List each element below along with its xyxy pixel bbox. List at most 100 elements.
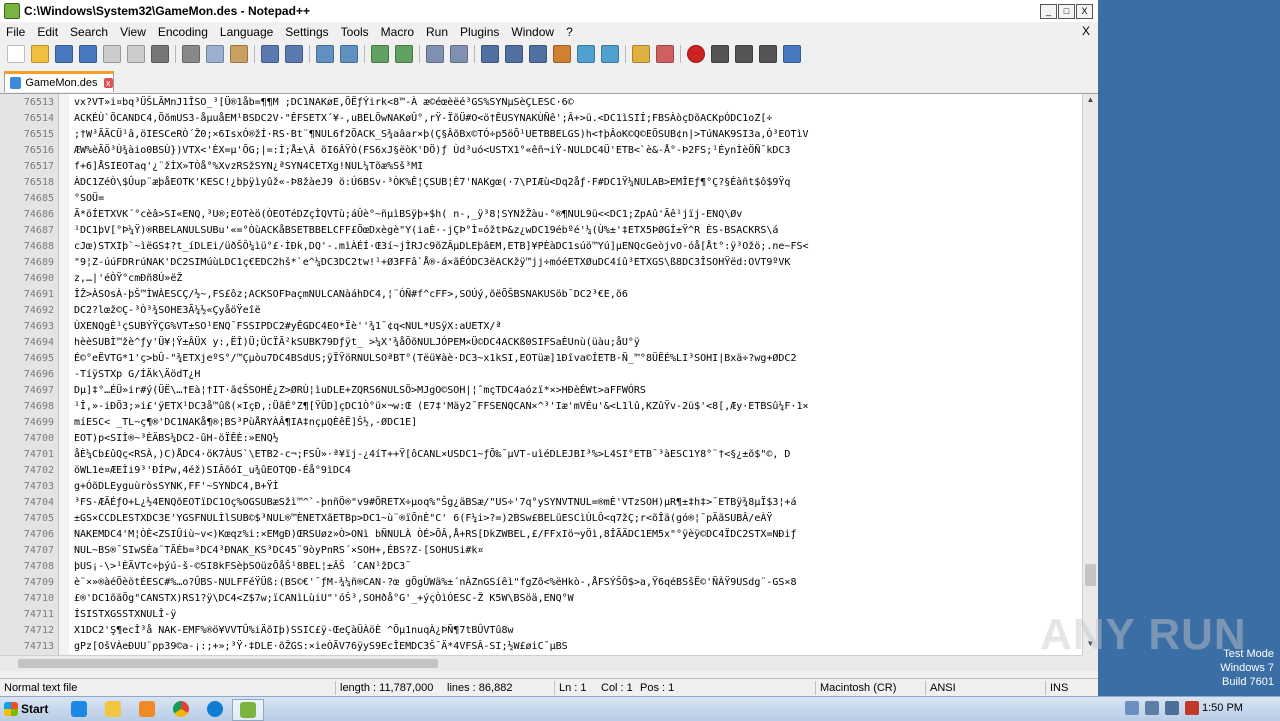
- edge-icon[interactable]: [200, 699, 230, 719]
- paste-icon[interactable]: [230, 45, 248, 63]
- close-document-button[interactable]: X: [1082, 24, 1090, 38]
- close-icon[interactable]: [103, 45, 121, 63]
- horizontal-scrollbar[interactable]: [0, 655, 1082, 671]
- line-text: þUS¡-\>¹ÈÃVTc÷þýú-š-©SI8kFSèþSOüzÕåŠ¹8BE…: [74, 561, 412, 572]
- editor-line: 76513 vx?VT»i¤bq³ÜŠLÃMnJ1ÎSO_³[Ü®1åb=¶¶M …: [0, 95, 1082, 111]
- copy-icon[interactable]: [206, 45, 224, 63]
- editor-line: 74686 Ã*öÍETXVK´°cèâ>SI«ENQ,³U®;EOTèö(ÒEO…: [0, 207, 1082, 223]
- editor-line: 74689 "9¦Z-úúFDRrúNAK'DC2SIMúùLDC1ç€EDC2h…: [0, 255, 1082, 271]
- zoom-out-icon[interactable]: [395, 45, 413, 63]
- menu-tools[interactable]: Tools: [335, 25, 375, 39]
- menu-encoding[interactable]: Encoding: [152, 25, 214, 39]
- sync-v-icon[interactable]: [426, 45, 444, 63]
- notepadpp-window: C:\Windows\System32\GameMon.des - Notepa…: [0, 0, 1098, 697]
- tray-flag-icon[interactable]: [1125, 701, 1139, 715]
- menu-run[interactable]: Run: [420, 25, 454, 39]
- test-mode-line2: Windows 7: [1220, 662, 1274, 674]
- word-wrap-icon[interactable]: [481, 45, 499, 63]
- menu-window[interactable]: Window: [505, 25, 560, 39]
- close-all-icon[interactable]: [127, 45, 145, 63]
- doc-map-icon[interactable]: [577, 45, 595, 63]
- toolbar-separator: [419, 45, 420, 63]
- media-player-icon[interactable]: [132, 699, 162, 719]
- start-button[interactable]: Start: [0, 698, 56, 720]
- maximize-button[interactable]: □: [1058, 4, 1075, 19]
- toolbar-separator: [254, 45, 255, 63]
- menu-plugins[interactable]: Plugins: [454, 25, 505, 39]
- line-text: NAKEMDC4'M¦ÒÈ<ZSIÛiù~v<)Kœqz%i:×EMgÐ)ŒRS…: [74, 529, 797, 540]
- new-file-icon[interactable]: [7, 45, 25, 63]
- notepadpp-icon[interactable]: [232, 699, 264, 721]
- status-length: length : 11,787,000: [335, 681, 433, 695]
- tab-gamemon[interactable]: GameMon.des x: [4, 71, 114, 92]
- save-macro-icon[interactable]: [783, 45, 801, 63]
- indent-guide-icon[interactable]: [529, 45, 547, 63]
- tray-network-icon[interactable]: [1145, 701, 1159, 715]
- editor-line: 74692 DC2?lœž©Ç-³Ò³¾SOHE3Ã¼½«ÇyåöŸeîë: [0, 303, 1082, 319]
- zoom-in-icon[interactable]: [371, 45, 389, 63]
- stop-record-icon[interactable]: [711, 45, 729, 63]
- line-text: vx?VT»i¤bq³ÜŠLÃMnJ1ÎSO_³[Ü®1åb=¶¶M ;DC1N…: [74, 97, 574, 108]
- undo-icon[interactable]: [261, 45, 279, 63]
- editor-area[interactable]: 76513 vx?VT»i¤bq³ÜŠLÃMnJ1ÎSO_³[Ü®1åb=¶¶M …: [0, 94, 1082, 655]
- horizontal-scroll-thumb[interactable]: [18, 659, 438, 668]
- taskbar-clock[interactable]: 1:50 PM: [1202, 702, 1243, 714]
- vertical-scroll-thumb[interactable]: [1085, 564, 1096, 586]
- show-all-chars-icon[interactable]: [505, 45, 523, 63]
- record-macro-icon[interactable]: [687, 45, 705, 63]
- editor-line: 74713 gPz[OšVÀeÐUU¨pp39©a-¡:;+»;³Ÿ·‡DLE·õ…: [0, 639, 1082, 655]
- explorer-icon[interactable]: [98, 699, 128, 719]
- folder-workspace-icon[interactable]: [632, 45, 650, 63]
- line-number: 76517: [23, 161, 54, 172]
- ie-icon[interactable]: [64, 699, 94, 719]
- line-number: 74704: [23, 497, 54, 508]
- open-file-icon[interactable]: [31, 45, 49, 63]
- editor-line: 74711 ÍSISTXGSSTXNULÎ-ÿ: [0, 607, 1082, 623]
- language-icon[interactable]: [553, 45, 571, 63]
- line-number: 74692: [23, 305, 54, 316]
- tab-close-icon[interactable]: x: [103, 78, 113, 88]
- line-text: Ã*öÍETXVK´°cèâ>SI«ENQ,³U®;EOTèö(ÒEOTéDZç…: [74, 209, 743, 220]
- sync-h-icon[interactable]: [450, 45, 468, 63]
- status-column: Col : 1: [601, 682, 633, 694]
- menu-search[interactable]: Search: [64, 25, 114, 39]
- menu-settings[interactable]: Settings: [279, 25, 334, 39]
- scroll-up-icon[interactable]: ▲: [1085, 95, 1096, 109]
- cut-icon[interactable]: [182, 45, 200, 63]
- vertical-scrollbar[interactable]: ▲ ▼: [1082, 94, 1098, 655]
- editor-line: 74693 ÙXENQgÈ¹çSUBÝŸÇG%VT±SO¹ENQ¯FSSIPDC2…: [0, 319, 1082, 335]
- minimize-button[interactable]: _: [1040, 4, 1057, 19]
- line-number: 74713: [23, 641, 54, 652]
- find-icon[interactable]: [316, 45, 334, 63]
- menu-language[interactable]: Language: [214, 25, 279, 39]
- menu-macro[interactable]: Macro: [375, 25, 420, 39]
- line-text: ;†W³ÃÄCÜ¹â,öIESCeRÒ´Ž0;×6IsxÓ®žÍ·RS·Bt¨¶…: [74, 129, 809, 140]
- play-multiple-icon[interactable]: [759, 45, 777, 63]
- menu-file[interactable]: File: [0, 25, 31, 39]
- line-text: g+ÓõDLEyguùròsSYNK,FF'~SYNDC4,B+ŸÌ: [74, 481, 279, 492]
- save-icon[interactable]: [55, 45, 73, 63]
- save-all-icon[interactable]: [79, 45, 97, 63]
- line-text: åÈ¼Cb£ûQç<RSÀ,)C)ÅDC4·öK7ÀUS`\ETB2-c¬;FS…: [74, 449, 791, 460]
- line-text: ÆW%èÃÖ³Ù¾àio0BSÙ})VTX<'ÈX=µ'ÕG;|=:Ì;Å±\Â…: [74, 145, 791, 156]
- tray-volume-icon[interactable]: [1165, 701, 1179, 715]
- menu-view[interactable]: View: [114, 25, 152, 39]
- menu-edit[interactable]: Edit: [31, 25, 64, 39]
- editor-line: 74705 ±GS×CCDLESTXDC3E'YGSFNULÌlSUB©$³NUL…: [0, 511, 1082, 527]
- line-number: 74687: [23, 225, 54, 236]
- redo-icon[interactable]: [285, 45, 303, 63]
- menu-help[interactable]: ?: [560, 25, 579, 39]
- print-icon[interactable]: [151, 45, 169, 63]
- replace-icon[interactable]: [340, 45, 358, 63]
- tray-alert-icon[interactable]: [1185, 701, 1199, 715]
- function-list-icon[interactable]: [601, 45, 619, 63]
- chrome-icon[interactable]: [166, 699, 196, 719]
- editor-line: 74685 °SOÜ=: [0, 191, 1082, 207]
- editor-line: 74704 ³FS-ÆÃÉƒO+L¿½4ENQõEOTïDC1Oç%OGSUBæS…: [0, 495, 1082, 511]
- line-number: 74712: [23, 625, 54, 636]
- document-icon: [10, 77, 22, 89]
- play-macro-icon[interactable]: [735, 45, 753, 63]
- close-button[interactable]: X: [1076, 4, 1093, 19]
- monitoring-icon[interactable]: [656, 45, 674, 63]
- line-number: 74711: [23, 609, 54, 620]
